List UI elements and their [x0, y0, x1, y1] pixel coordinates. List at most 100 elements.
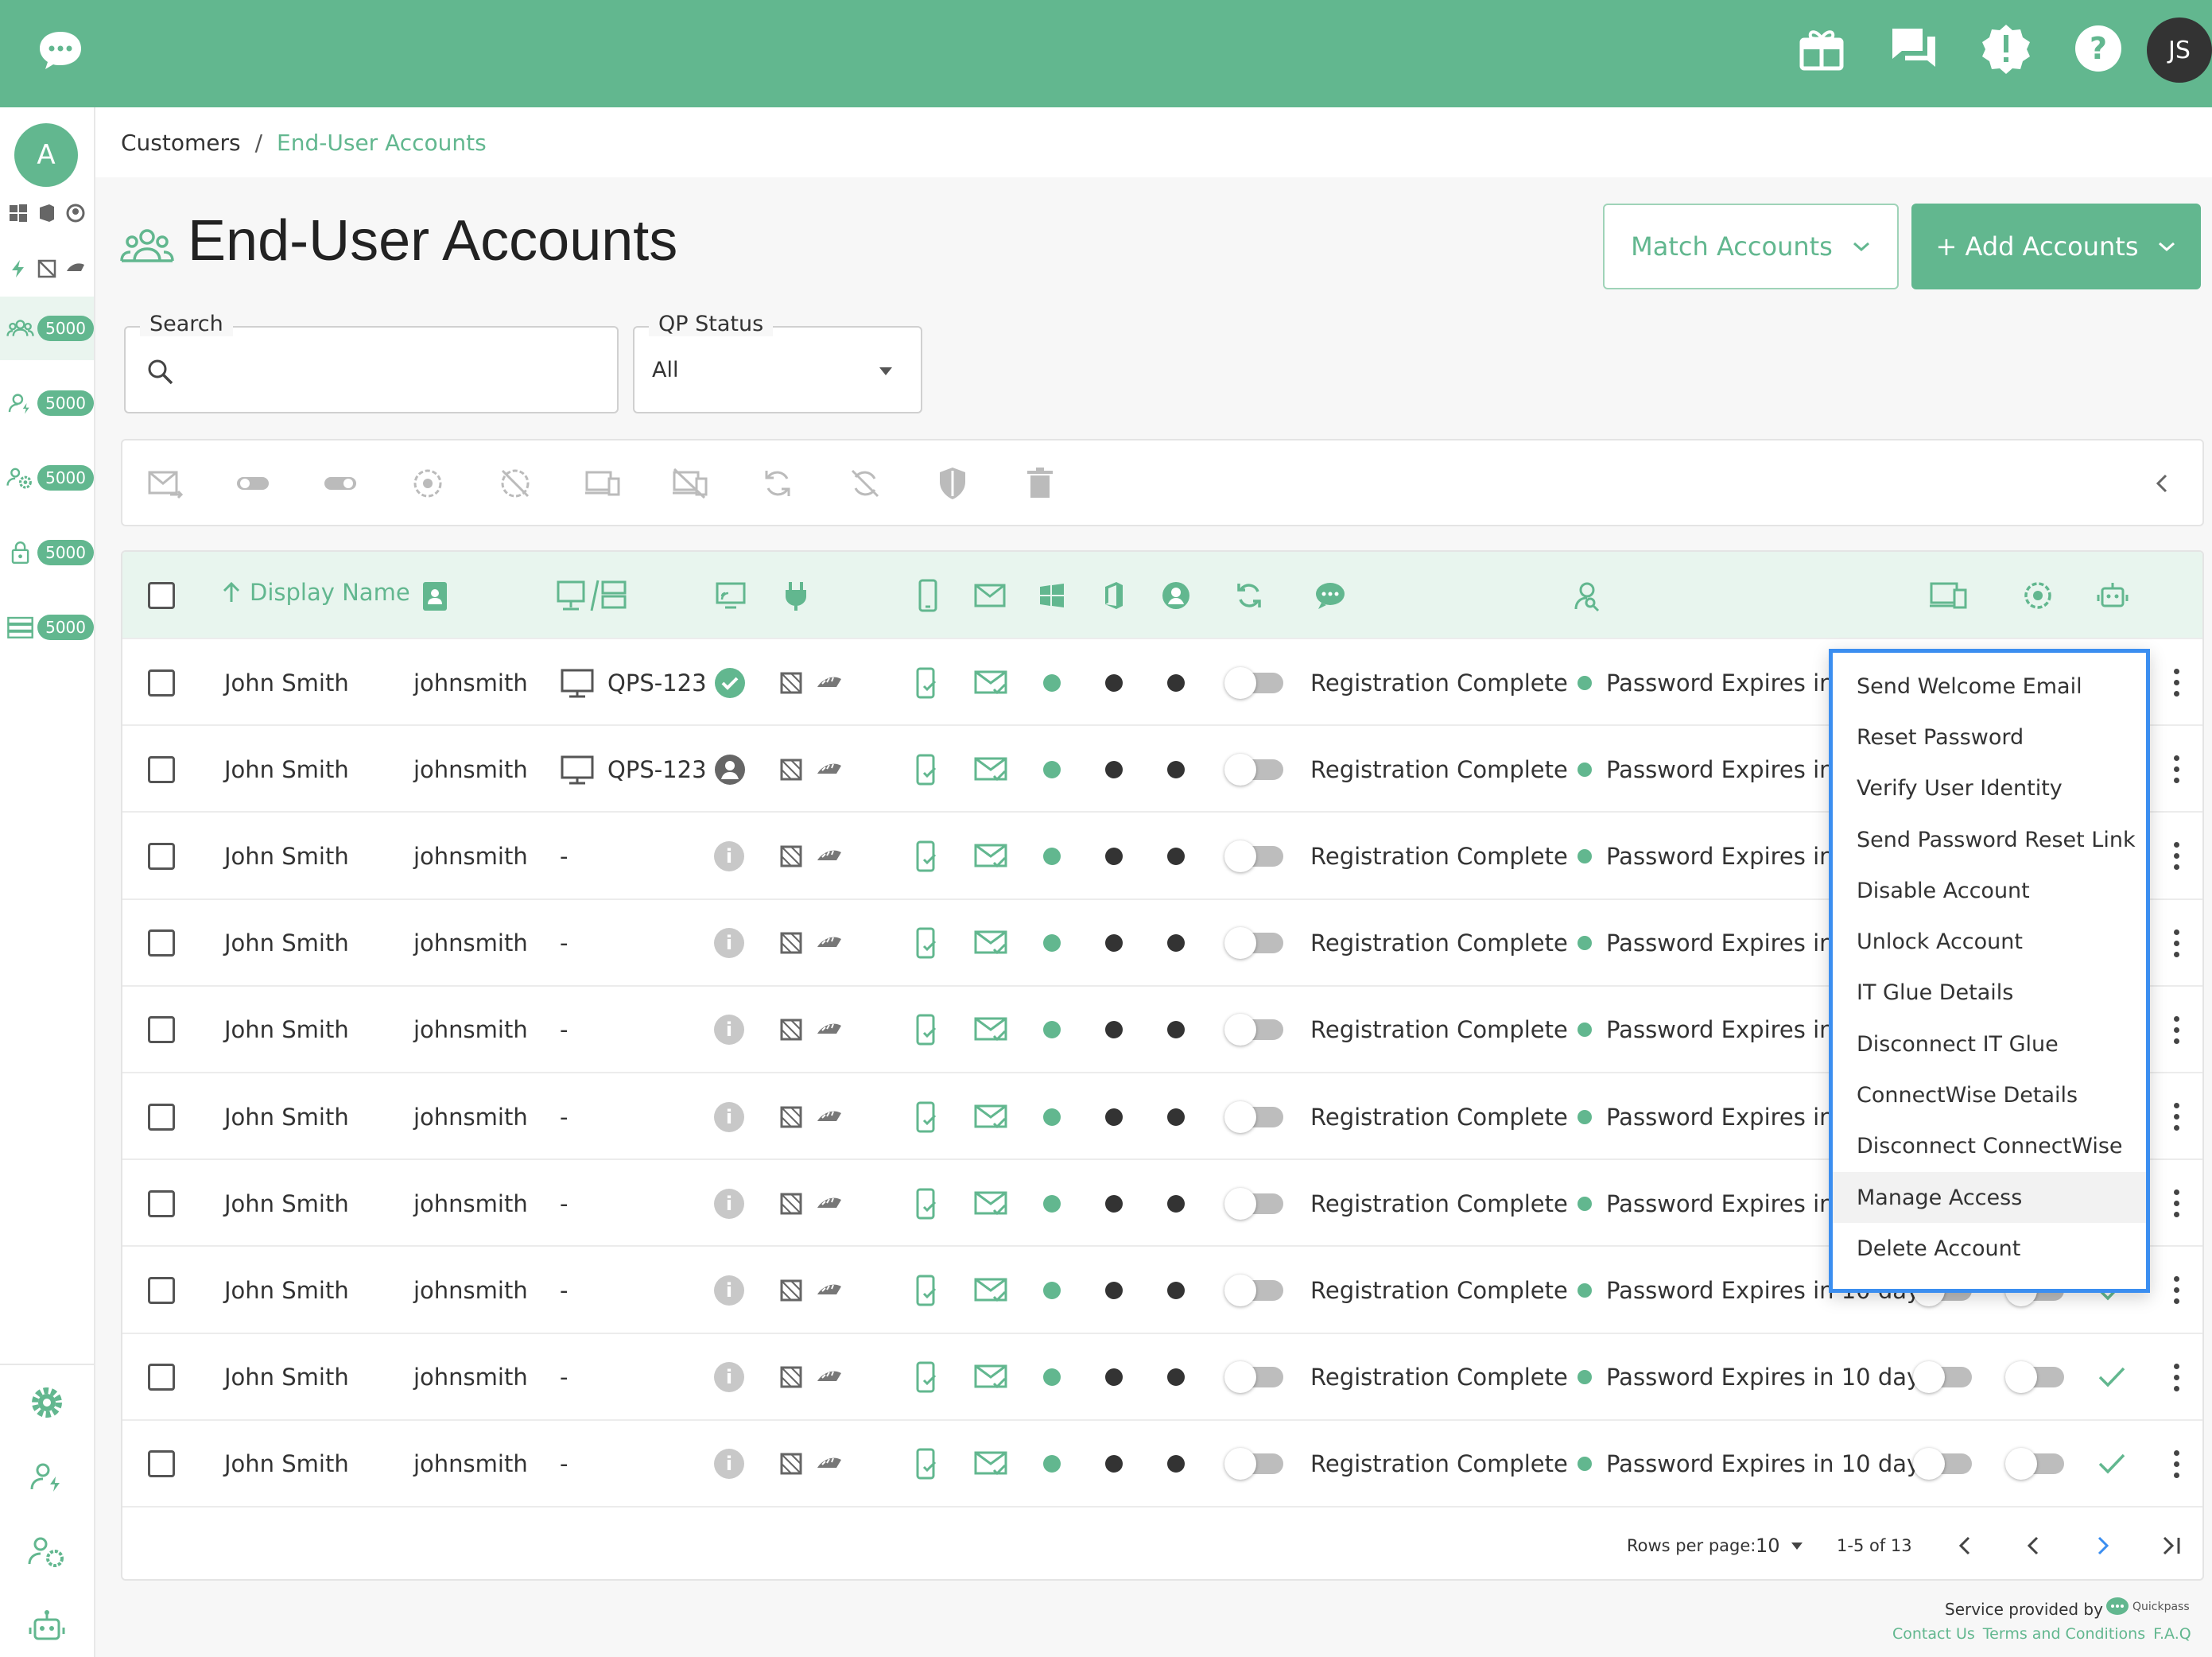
menu-item-send-password-reset-link[interactable]: Send Password Reset Link	[1833, 814, 2146, 865]
badge-toggle[interactable]	[2005, 1448, 2064, 1480]
select-all-checkbox[interactable]	[148, 582, 175, 609]
robot-icon[interactable]	[2096, 579, 2129, 612]
row-actions-kebab-icon[interactable]	[2174, 1103, 2179, 1131]
sync-toggle[interactable]	[1224, 1100, 1283, 1133]
email-icon[interactable]	[973, 579, 1007, 612]
user-lightning-bottom-icon[interactable]	[27, 1457, 67, 1497]
row-actions-kebab-icon[interactable]	[2174, 929, 2179, 957]
robot-icon[interactable]	[27, 1607, 67, 1647]
sync-toggle[interactable]	[1224, 1448, 1283, 1480]
row-checkbox[interactable]	[148, 669, 175, 697]
user-gear-bottom-icon[interactable]	[27, 1532, 67, 1572]
search-input[interactable]: Search	[124, 312, 619, 413]
display-name[interactable]: John Smith	[224, 726, 349, 813]
display-name[interactable]: John Smith	[224, 1073, 349, 1160]
sync-toggle[interactable]	[1224, 840, 1283, 872]
office-icon[interactable]	[1097, 579, 1131, 612]
row-checkbox[interactable]	[148, 1276, 175, 1304]
display-name[interactable]: John Smith	[224, 813, 349, 899]
rows-per-page-select[interactable]: 10	[1756, 1535, 1803, 1557]
row-actions-kebab-icon[interactable]	[2174, 755, 2179, 784]
contact-us-link[interactable]: Contact Us	[1892, 1625, 1975, 1643]
menu-item-disconnect-connectwise[interactable]: Disconnect ConnectWise	[1833, 1121, 2146, 1172]
row-checkbox[interactable]	[148, 1103, 175, 1131]
sync-badge-icon[interactable]	[2021, 579, 2055, 612]
sync-toggle[interactable]	[1224, 1187, 1283, 1220]
devices-icon[interactable]	[1929, 579, 1969, 612]
chat-logo-icon[interactable]	[37, 29, 84, 72]
row-actions-kebab-icon[interactable]	[2174, 1189, 2179, 1218]
toggle-on-icon[interactable]	[234, 464, 272, 503]
sidebar-item-users[interactable]: 5000	[0, 297, 94, 360]
row-checkbox[interactable]	[148, 1016, 175, 1044]
contact-card-icon[interactable]	[418, 579, 452, 612]
breadcrumb-customers[interactable]: Customers	[121, 130, 241, 156]
help-icon[interactable]: ?	[2072, 22, 2125, 75]
display-name[interactable]: John Smith	[224, 1334, 349, 1421]
add-accounts-button[interactable]: + Add Accounts	[1911, 204, 2201, 289]
row-checkbox[interactable]	[148, 929, 175, 957]
mobile-icon[interactable]	[911, 579, 945, 612]
device-toggle[interactable]	[1913, 1448, 1972, 1480]
windows-icon[interactable]	[1035, 579, 1069, 612]
sidebar-item-user-gear[interactable]: 5000	[0, 446, 94, 510]
sync-toggle[interactable]	[1224, 1274, 1283, 1306]
sync-toggle[interactable]	[1224, 927, 1283, 960]
menu-item-disconnect-it-glue[interactable]: Disconnect IT Glue	[1833, 1019, 2146, 1069]
sync-disabled-icon[interactable]	[496, 464, 534, 503]
chat-bubble-icon[interactable]	[1314, 579, 1347, 612]
menu-item-reset-password[interactable]: Reset Password	[1833, 712, 2146, 763]
sync-icon[interactable]	[1232, 579, 1266, 612]
sidebar-item-lock[interactable]: 5000	[0, 521, 94, 584]
display-name[interactable]: John Smith	[224, 900, 349, 987]
menu-item-disable-account[interactable]: Disable Account	[1833, 865, 2146, 916]
sync-badge-icon[interactable]	[409, 464, 447, 503]
devices-disabled-icon[interactable]	[671, 464, 709, 503]
qp-status-select[interactable]: QP Status All	[633, 312, 922, 413]
menu-item-it-glue-details[interactable]: IT Glue Details	[1833, 968, 2146, 1019]
display-name[interactable]: John Smith	[224, 639, 349, 726]
gift-icon[interactable]	[1795, 22, 1848, 75]
row-checkbox[interactable]	[148, 842, 175, 870]
previous-page-icon[interactable]	[2018, 1530, 2050, 1562]
menu-item-verify-user-identity[interactable]: Verify User Identity	[1833, 763, 2146, 814]
row-checkbox[interactable]	[148, 1189, 175, 1217]
row-actions-kebab-icon[interactable]	[2174, 669, 2179, 697]
menu-item-send-welcome-email[interactable]: Send Welcome Email	[1833, 661, 2146, 712]
breadcrumb-current[interactable]: End-User Accounts	[277, 130, 487, 156]
row-actions-kebab-icon[interactable]	[2174, 1363, 2179, 1391]
row-actions-kebab-icon[interactable]	[2174, 1276, 2179, 1305]
faq-link[interactable]: F.A.Q	[2153, 1625, 2191, 1643]
alert-badge-icon[interactable]	[1980, 22, 2032, 75]
sync-toggle[interactable]	[1224, 1361, 1283, 1394]
menu-item-connectwise-details[interactable]: ConnectWise Details	[1833, 1069, 2146, 1120]
row-checkbox[interactable]	[148, 1450, 175, 1478]
badge-toggle[interactable]	[2005, 1361, 2064, 1394]
display-name[interactable]: John Smith	[224, 1160, 349, 1247]
row-actions-kebab-icon[interactable]	[2174, 1449, 2179, 1478]
match-accounts-button[interactable]: Match Accounts	[1603, 204, 1899, 289]
row-checkbox[interactable]	[148, 755, 175, 783]
remote-screen-icon[interactable]	[714, 579, 747, 612]
refresh-icon[interactable]	[759, 464, 797, 503]
devices-icon[interactable]	[584, 464, 622, 503]
first-page-icon[interactable]	[1950, 1530, 1981, 1562]
shield-icon[interactable]	[933, 464, 972, 503]
send-email-icon[interactable]	[146, 464, 184, 503]
row-actions-kebab-icon[interactable]	[2174, 842, 2179, 871]
sidebar-item-server[interactable]: 5000	[0, 596, 94, 659]
user-circle-icon[interactable]	[1159, 579, 1193, 612]
sync-toggle[interactable]	[1224, 753, 1283, 786]
computer-server-icon[interactable]	[557, 579, 628, 612]
org-avatar[interactable]: A	[14, 123, 78, 187]
display-name[interactable]: John Smith	[224, 1247, 349, 1333]
trash-icon[interactable]	[1021, 464, 1059, 503]
messages-icon[interactable]	[1888, 22, 1940, 75]
display-name[interactable]: John Smith	[224, 1421, 349, 1508]
next-page-icon[interactable]	[2086, 1530, 2118, 1562]
settings-gear-icon[interactable]	[27, 1383, 67, 1422]
menu-item-unlock-account[interactable]: Unlock Account	[1833, 916, 2146, 967]
table-row[interactable]: John Smith johnsmith - i Registration Comple…	[122, 1332, 2202, 1421]
device-toggle[interactable]	[1913, 1361, 1972, 1394]
key-user-icon[interactable]	[1570, 579, 1603, 612]
